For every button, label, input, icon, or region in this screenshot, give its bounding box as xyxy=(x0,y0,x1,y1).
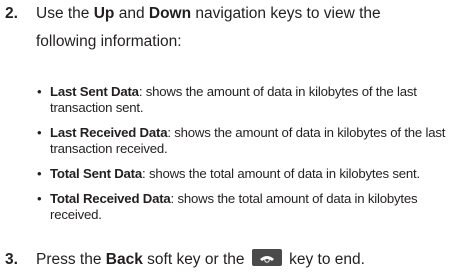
step-text-mid: and xyxy=(114,5,149,22)
bullet-dot: • xyxy=(37,191,42,206)
end-key-icon xyxy=(251,249,282,267)
bullet-dot: • xyxy=(37,125,42,140)
bullet-title: Total Received Data xyxy=(50,191,171,206)
bullet-title: Total Sent Data xyxy=(50,166,143,181)
list-item: • Total Received Data: shows the total a… xyxy=(36,191,456,223)
list-item: • Last Received Data: shows the amount o… xyxy=(36,125,456,157)
step-text: Press the Back soft key or the key to en… xyxy=(36,246,456,274)
step-text-pre: Press the xyxy=(36,251,106,268)
step-text: Use the Up and Down navigation keys to v… xyxy=(36,0,456,56)
step-text-pre: Use the xyxy=(36,5,94,22)
bullet-dot: • xyxy=(37,84,42,99)
bullet-text: : shows the total amount of data in kilo… xyxy=(142,166,420,181)
down-key-label: Down xyxy=(148,5,192,22)
bullet-title: Last Received Data xyxy=(50,125,168,140)
step-text-mid: soft key or the xyxy=(142,251,249,268)
list-item: • Total Sent Data: shows the total amoun… xyxy=(36,166,456,182)
info-bullet-list: • Last Sent Data: shows the amount of da… xyxy=(36,84,456,232)
bullet-dot: • xyxy=(37,166,42,181)
back-key-label: Back xyxy=(105,251,143,268)
up-key-label: Up xyxy=(93,5,115,22)
step-number: 3. xyxy=(5,251,18,268)
step-text-post: navigation keys to view the xyxy=(191,5,381,22)
step-number: 2. xyxy=(5,5,18,22)
step-text-line2: following information: xyxy=(36,33,182,50)
step-text-post: key to end. xyxy=(284,251,365,268)
bullet-title: Last Sent Data xyxy=(50,84,139,99)
list-item: • Last Sent Data: shows the amount of da… xyxy=(36,84,456,116)
